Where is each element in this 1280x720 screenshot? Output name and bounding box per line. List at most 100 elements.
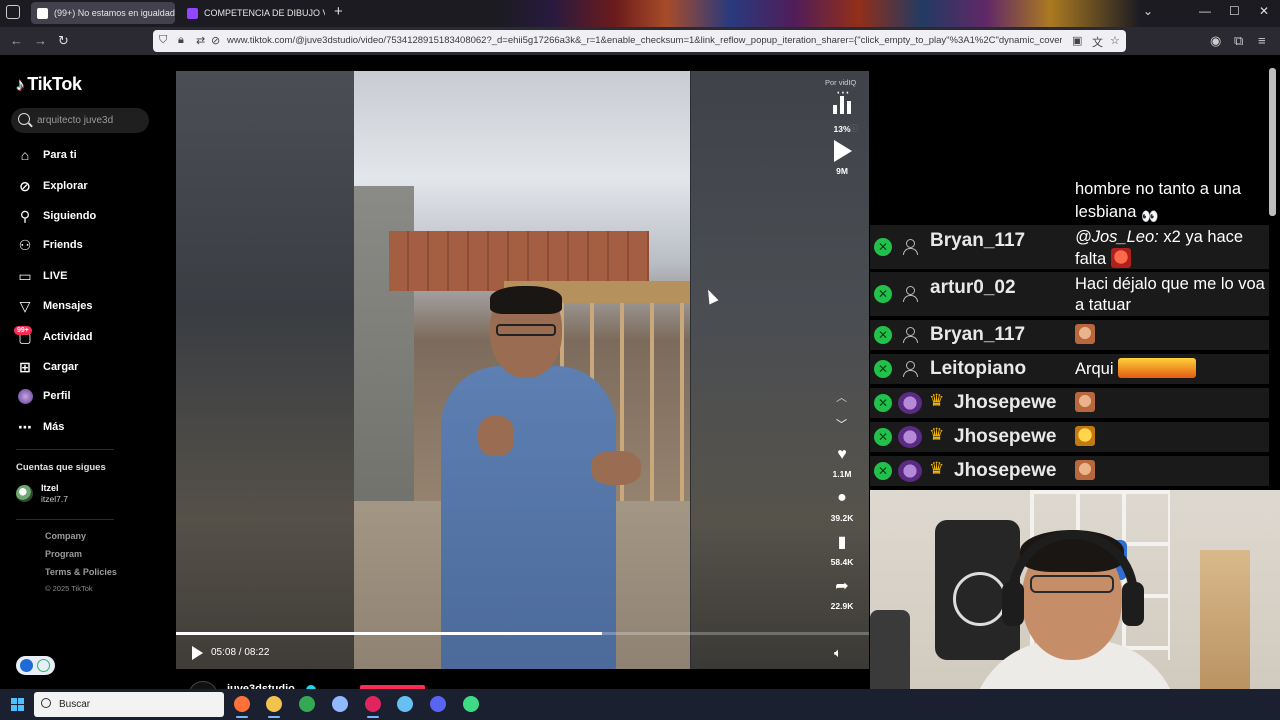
taskbar-search-placeholder[interactable]: Buscar	[59, 699, 90, 710]
chrome-icon[interactable]	[299, 696, 315, 712]
new-tab-button[interactable]: +	[334, 3, 343, 20]
nav-siguiendo[interactable]: ⚲ Siguiendo	[16, 205, 156, 227]
reader-view-icon[interactable]: ▣	[1072, 34, 1082, 47]
footer-terms-link[interactable]: Terms & Policies	[45, 567, 117, 577]
chat-username[interactable]: Jhosepewe	[954, 426, 1056, 448]
nav-perfil[interactable]: Perfil	[16, 385, 156, 407]
logo-text: TikTok	[27, 74, 82, 94]
active-app-indicator	[367, 716, 379, 718]
moderator-badge-icon: ✕	[874, 428, 892, 446]
avatar[interactable]	[16, 485, 33, 502]
sub-badge-icon	[898, 392, 922, 414]
search-placeholder[interactable]: arquitecto juve3d	[37, 115, 113, 126]
avatar-icon	[16, 387, 34, 405]
nav-mas[interactable]: ⋯ Más	[16, 416, 156, 438]
reload-icon[interactable]: ↻	[58, 33, 69, 49]
following-account-handle[interactable]: itzel7.7	[41, 494, 68, 504]
eyes-emote-icon: 👀	[1141, 208, 1159, 224]
emote-icon	[1075, 324, 1095, 344]
nav-cargar[interactable]: ⊞ Cargar	[16, 356, 156, 378]
search-icon[interactable]	[18, 113, 30, 125]
chat-message	[1075, 392, 1265, 414]
following-title: Cuentas que sigues	[16, 462, 106, 473]
chat-scrollbar[interactable]	[1269, 68, 1276, 216]
chat-username[interactable]: Jhosepewe	[954, 460, 1056, 482]
video-frame[interactable]	[354, 71, 690, 669]
extensions-icon[interactable]: ⧉	[1234, 33, 1243, 49]
send-icon: ▽	[19, 297, 31, 314]
play-icon[interactable]	[834, 140, 852, 162]
permissions-icon[interactable]: ⇄	[196, 34, 205, 47]
chat-mention[interactable]: @Jos_Leo:	[1075, 228, 1159, 246]
activity-badge: 99+	[14, 326, 32, 335]
tab-twitch[interactable]: COMPETENCIA DE DIBUJO VS M ✕	[181, 2, 325, 24]
shield-icon[interactable]: ⛉	[159, 34, 167, 47]
divider	[16, 519, 114, 520]
nav-label: Mensajes	[43, 300, 93, 312]
nav-explorar[interactable]: ⊘ Explorar	[16, 175, 156, 197]
nav-para-ti[interactable]: ⌂ Para ti	[16, 144, 156, 166]
close-window-button[interactable]: ✕	[1259, 4, 1269, 18]
minimize-button[interactable]: —	[1199, 4, 1211, 18]
menu-icon[interactable]: ≡	[1258, 33, 1266, 48]
saves-count: 58.4K	[830, 557, 854, 567]
translate-icon[interactable]: 文	[1092, 34, 1103, 50]
forward-icon[interactable]: →	[34, 33, 47, 48]
nav-friends[interactable]: ⚇ Friends	[16, 234, 156, 256]
opera-gx-icon[interactable]	[365, 696, 381, 712]
chevron-down-icon[interactable]: ﹀	[836, 416, 847, 432]
nav-actividad[interactable]: ▢ Actividad	[16, 326, 156, 348]
chat-username[interactable]: Bryan_117	[930, 230, 1025, 252]
chat-username[interactable]: Jhosepewe	[954, 392, 1056, 414]
steam-icon[interactable]	[397, 696, 413, 712]
footer-program-link[interactable]: Program	[45, 549, 82, 559]
bookmark-icon[interactable]: ▮	[831, 532, 853, 552]
tracking-icon[interactable]: ⊘	[211, 34, 220, 47]
heart-icon[interactable]: ♥	[831, 445, 853, 465]
url-text[interactable]: www.tiktok.com/@juve3dstudio/video/75341…	[227, 35, 1062, 46]
account-icon[interactable]: ◉	[1210, 33, 1221, 49]
tab-tiktok[interactable]: (99+) No estamos en igualdad d ✕	[31, 2, 175, 24]
extension-toggle[interactable]	[16, 656, 55, 675]
chat-username[interactable]: Bryan_117	[930, 324, 1025, 346]
tab-title: (99+) No estamos en igualdad d	[54, 8, 175, 18]
bookmark-star-icon[interactable]: ☆	[1110, 34, 1120, 47]
obs-like-icon[interactable]	[463, 696, 479, 712]
volume-icon[interactable]: 🔈︎	[834, 645, 842, 661]
ccleaner-icon[interactable]	[332, 696, 348, 712]
chevron-down-icon[interactable]: ⌄	[1143, 4, 1153, 18]
file-explorer-icon[interactable]	[266, 696, 282, 712]
play-pause-icon[interactable]	[192, 646, 203, 660]
following-account-name[interactable]: Itzel	[41, 483, 59, 493]
nav-label: Para ti	[43, 149, 77, 161]
moderator-badge-icon: ✕	[874, 394, 892, 412]
blurred-backdrop-left	[176, 71, 354, 669]
lock-icon[interactable]: 🔒︎	[178, 34, 184, 47]
crown-icon: ♛	[929, 459, 945, 478]
info-icon[interactable]: ⓘ	[850, 123, 858, 134]
footer-company-link[interactable]: Company	[45, 531, 86, 541]
video-progress-bar[interactable]	[176, 632, 869, 635]
tiktok-logo[interactable]: ♪ TikTok	[16, 74, 82, 95]
chat-username[interactable]: artur0_02	[930, 277, 1016, 299]
nav-live[interactable]: ▭ LIVE	[16, 265, 156, 287]
search-icon[interactable]	[41, 698, 51, 708]
nav-label: Más	[43, 421, 65, 433]
maximize-button[interactable]: ☐	[1229, 4, 1240, 18]
user-icon	[903, 327, 918, 343]
back-icon[interactable]: ←	[10, 33, 23, 48]
share-icon[interactable]: ➦	[831, 576, 853, 596]
active-app-indicator	[236, 716, 248, 718]
chevron-up-icon[interactable]: ︿	[836, 389, 847, 405]
chat-username[interactable]: Leitopiano	[930, 358, 1026, 380]
twitch-favicon-icon	[187, 7, 198, 19]
comment-icon[interactable]: ●	[831, 488, 853, 508]
bar-chart-icon[interactable]	[833, 96, 851, 114]
firefox-icon[interactable]	[234, 696, 250, 712]
tab-list-icon[interactable]	[6, 5, 20, 19]
chat-row: ✕ ♛ Jhosepewe	[870, 422, 1269, 452]
windows-start-icon[interactable]	[11, 698, 24, 711]
discord-icon[interactable]	[430, 696, 446, 712]
nav-mensajes[interactable]: ▽ Mensajes	[16, 295, 156, 317]
nav-label: Perfil	[43, 390, 71, 402]
